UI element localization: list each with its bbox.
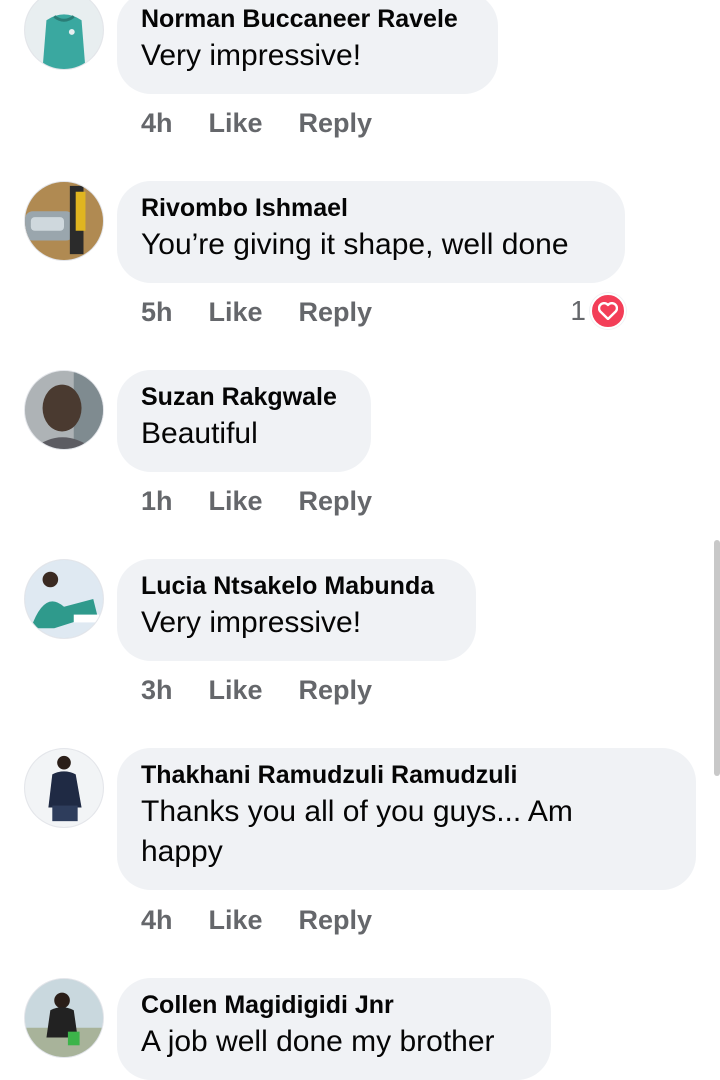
comment-actions: 5h Like Reply: [141, 297, 408, 328]
comment-bubble: Rivombo Ishmael You’re giving it shape, …: [117, 181, 625, 283]
comment-timestamp[interactable]: 1h: [141, 486, 173, 517]
comment-actions: 4h Like Reply: [141, 905, 408, 936]
like-button[interactable]: Like: [209, 297, 263, 328]
comment-timestamp[interactable]: 3h: [141, 675, 173, 706]
reply-button[interactable]: Reply: [299, 108, 373, 139]
avatar[interactable]: [24, 181, 104, 261]
like-button[interactable]: Like: [209, 486, 263, 517]
like-button[interactable]: Like: [209, 905, 263, 936]
scrollbar[interactable]: [714, 540, 720, 776]
comment-bubble: Suzan Rakgwale Beautiful: [117, 370, 371, 472]
comment-timestamp[interactable]: 4h: [141, 905, 173, 936]
reply-button[interactable]: Reply: [299, 905, 373, 936]
avatar[interactable]: [24, 748, 104, 828]
like-button[interactable]: Like: [209, 108, 263, 139]
reply-button[interactable]: Reply: [299, 486, 373, 517]
reply-button[interactable]: Reply: [299, 675, 373, 706]
comment-text: Very impressive!: [141, 606, 362, 639]
comment-actions: 4h Like Reply: [141, 108, 408, 139]
comment-text: You’re giving it shape, well done: [141, 228, 569, 261]
comment-author[interactable]: Rivombo Ishmael: [141, 193, 601, 223]
comment-actions: 3h Like Reply: [141, 675, 408, 706]
comment-text: Very impressive!: [141, 39, 362, 72]
heart-icon: [590, 293, 626, 329]
comment-bubble: Thakhani Ramudzuli Ramudzuli Thanks you …: [117, 748, 696, 890]
comment-author[interactable]: Lucia Ntsakelo Mabunda: [141, 571, 452, 601]
comment-author[interactable]: Norman Buccaneer Ravele: [141, 4, 474, 34]
comment-timestamp[interactable]: 5h: [141, 297, 173, 328]
avatar[interactable]: [24, 370, 104, 450]
comment-bubble: Lucia Ntsakelo Mabunda Very impressive!: [117, 559, 476, 661]
reaction-count: 1: [570, 295, 586, 326]
comment-actions: 1h Like Reply: [141, 486, 408, 517]
avatar[interactable]: [24, 559, 104, 639]
comment-text: Thanks you all of you guys... Am happy: [141, 795, 573, 868]
comment-timestamp[interactable]: 4h: [141, 108, 173, 139]
avatar[interactable]: [24, 0, 104, 70]
comment-author[interactable]: Suzan Rakgwale: [141, 382, 347, 412]
reply-button[interactable]: Reply: [299, 297, 373, 328]
avatar[interactable]: [24, 978, 104, 1058]
comment-author[interactable]: Thakhani Ramudzuli Ramudzuli: [141, 760, 672, 790]
comment-text: A job well done my brother: [141, 1025, 495, 1058]
comment-bubble: Norman Buccaneer Ravele Very impressive!: [117, 0, 498, 94]
comment-bubble: Collen Magidigidi Jnr A job well done my…: [117, 978, 551, 1080]
like-button[interactable]: Like: [209, 675, 263, 706]
reaction-summary[interactable]: 1: [570, 293, 626, 329]
comment-author[interactable]: Collen Magidigidi Jnr: [141, 990, 527, 1020]
comment-text: Beautiful: [141, 417, 258, 450]
